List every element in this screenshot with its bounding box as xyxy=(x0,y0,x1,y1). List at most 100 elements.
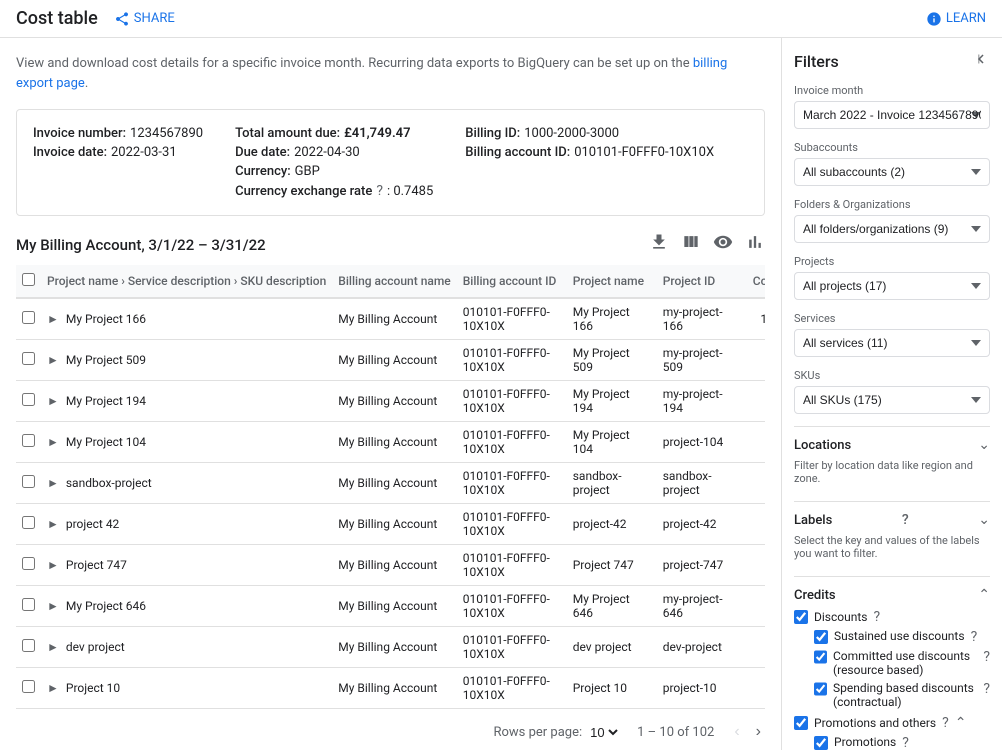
header-project[interactable]: Project name › Service description › SKU… xyxy=(41,265,332,298)
header-project-id[interactable]: Project ID xyxy=(657,265,747,298)
promotions-help-icon[interactable]: ? xyxy=(942,715,949,731)
committed-use-checkbox[interactable] xyxy=(814,650,827,664)
promotions-sub-checkbox[interactable] xyxy=(814,736,828,750)
columns-icon[interactable] xyxy=(681,232,701,257)
row-project: ► My Project 646 xyxy=(41,586,332,627)
row-project-name: sandbox-project xyxy=(567,463,657,504)
labels-section-header[interactable]: Labels ? ⌄ xyxy=(794,512,990,528)
billing-id-label: Billing ID: xyxy=(465,126,520,141)
expand-icon[interactable]: ► xyxy=(47,476,59,490)
header-project-name[interactable]: Project name xyxy=(567,265,657,298)
spending-based-checkbox[interactable] xyxy=(814,682,827,696)
header-billing-id[interactable]: Billing account ID xyxy=(457,265,567,298)
row-billing-id: 010101-F0FFF0-10X10X xyxy=(457,545,567,586)
invoice-col-right: Billing ID: 1000-2000-3000 Billing accou… xyxy=(465,126,714,199)
row-checkbox-cell xyxy=(16,340,41,381)
row-cost: 779.78 xyxy=(747,668,765,709)
row-checkbox[interactable] xyxy=(22,434,35,447)
expand-icon[interactable]: ► xyxy=(47,640,59,654)
labels-help-icon[interactable]: ? xyxy=(902,512,909,528)
sustained-use-checkbox-row: Sustained use discounts ? xyxy=(814,629,990,645)
row-checkbox[interactable] xyxy=(22,475,35,488)
locations-section-header[interactable]: Locations ⌄ xyxy=(794,437,990,453)
share-button[interactable]: SHARE xyxy=(114,11,175,27)
expand-icon[interactable]: ► xyxy=(47,599,59,613)
help-icon-exchange[interactable]: ? xyxy=(376,183,383,199)
invoice-month-select[interactable]: March 2022 - Invoice 1234567890 xyxy=(794,101,990,129)
row-project-id: sandbox-project xyxy=(657,463,747,504)
table-row: ► project 42 My Billing Account 010101-F… xyxy=(16,504,765,545)
rows-per-page-select[interactable]: 10 25 50 xyxy=(586,724,621,741)
promotions-sub-label: Promotions xyxy=(834,735,896,749)
labels-label: Labels xyxy=(794,513,832,528)
table-scroll-container[interactable]: Project name › Service description › SKU… xyxy=(16,265,765,709)
exchange-rate-value: : 0.7485 xyxy=(387,184,433,199)
row-billing-id: 010101-F0FFF0-10X10X xyxy=(457,381,567,422)
row-checkbox[interactable] xyxy=(22,557,35,570)
row-billing-name: My Billing Account xyxy=(332,381,456,422)
view-icon[interactable] xyxy=(713,232,733,257)
row-cost: 906.06 xyxy=(747,545,765,586)
table-row: ► Project 747 My Billing Account 010101-… xyxy=(16,545,765,586)
filters-sidebar: Filters Invoice month March 2022 - Invoi… xyxy=(782,38,1002,750)
expand-icon[interactable]: ► xyxy=(47,394,59,408)
discounts-help-icon[interactable]: ? xyxy=(873,609,880,625)
expand-icon[interactable]: ► xyxy=(47,435,59,449)
invoice-date-label: Invoice date: xyxy=(33,145,107,160)
description-text: View and download cost details for a spe… xyxy=(16,54,765,93)
services-select[interactable]: All services (11) xyxy=(794,329,990,357)
row-project-id: my-project-166 xyxy=(657,298,747,340)
expand-icon[interactable]: ► xyxy=(47,558,59,572)
projects-select[interactable]: All projects (17) xyxy=(794,272,990,300)
row-checkbox[interactable] xyxy=(22,393,35,406)
row-project-name: Project 747 xyxy=(567,545,657,586)
subaccounts-select[interactable]: All subaccounts (2) xyxy=(794,158,990,186)
table-row: ► My Project 194 My Billing Account 0101… xyxy=(16,381,765,422)
header-cost[interactable]: Cost (£) ↓ xyxy=(747,265,765,298)
discounts-checkbox[interactable] xyxy=(794,610,808,624)
folders-filter: Folders & Organizations All folders/orga… xyxy=(794,198,990,243)
expand-icon[interactable]: ► xyxy=(47,353,59,367)
row-project: ► My Project 104 xyxy=(41,422,332,463)
prev-page-button[interactable]: ‹ xyxy=(730,719,743,745)
expand-icon[interactable]: ► xyxy=(47,681,59,695)
due-date-label: Due date: xyxy=(235,145,290,160)
invoice-month-label: Invoice month xyxy=(794,84,990,97)
skus-select[interactable]: All SKUs (175) xyxy=(794,386,990,414)
sustained-use-checkbox[interactable] xyxy=(814,630,828,644)
credits-section-header[interactable]: Credits ⌃ xyxy=(794,587,990,603)
sustained-help-icon[interactable]: ? xyxy=(971,629,978,645)
row-checkbox[interactable] xyxy=(22,598,35,611)
collapse-filters-icon[interactable] xyxy=(972,50,990,72)
row-cost: 890.06 xyxy=(747,586,765,627)
next-page-button[interactable]: › xyxy=(752,719,765,745)
chart-icon[interactable] xyxy=(745,232,765,257)
row-checkbox[interactable] xyxy=(22,311,35,324)
table-row: ► My Project 166 My Billing Account 0101… xyxy=(16,298,765,340)
cost-table-section: My Billing Account, 3/1/22 – 3/31/22 xyxy=(16,232,765,750)
header-billing-name[interactable]: Billing account name xyxy=(332,265,456,298)
learn-button[interactable]: LEARN xyxy=(926,11,986,27)
promotions-checkbox[interactable] xyxy=(794,716,808,730)
folders-select[interactable]: All folders/organizations (9) xyxy=(794,215,990,243)
locations-desc: Filter by location data like region and … xyxy=(794,459,990,485)
pagination-bar: Rows per page: 10 25 50 1 – 10 of 102 ‹ … xyxy=(16,709,765,750)
locations-chevron: ⌄ xyxy=(978,437,990,453)
row-checkbox[interactable] xyxy=(22,639,35,652)
committed-help-icon[interactable]: ? xyxy=(983,649,990,665)
promotions-sub-help-icon[interactable]: ? xyxy=(902,735,909,750)
spending-help-icon[interactable]: ? xyxy=(983,681,990,697)
row-checkbox-cell xyxy=(16,545,41,586)
row-checkbox[interactable] xyxy=(22,516,35,529)
committed-use-label: Committed use discounts (resource based) xyxy=(833,649,977,677)
row-billing-name: My Billing Account xyxy=(332,340,456,381)
expand-icon[interactable]: ► xyxy=(47,517,59,531)
exchange-rate-label: Currency exchange rate xyxy=(235,184,372,199)
expand-icon[interactable]: ► xyxy=(47,312,59,326)
row-checkbox[interactable] xyxy=(22,352,35,365)
select-all-checkbox[interactable] xyxy=(22,273,35,286)
table-row: ► My Project 646 My Billing Account 0101… xyxy=(16,586,765,627)
row-checkbox[interactable] xyxy=(22,680,35,693)
download-icon[interactable] xyxy=(649,232,669,257)
table-row: ► dev project My Billing Account 010101-… xyxy=(16,627,765,668)
